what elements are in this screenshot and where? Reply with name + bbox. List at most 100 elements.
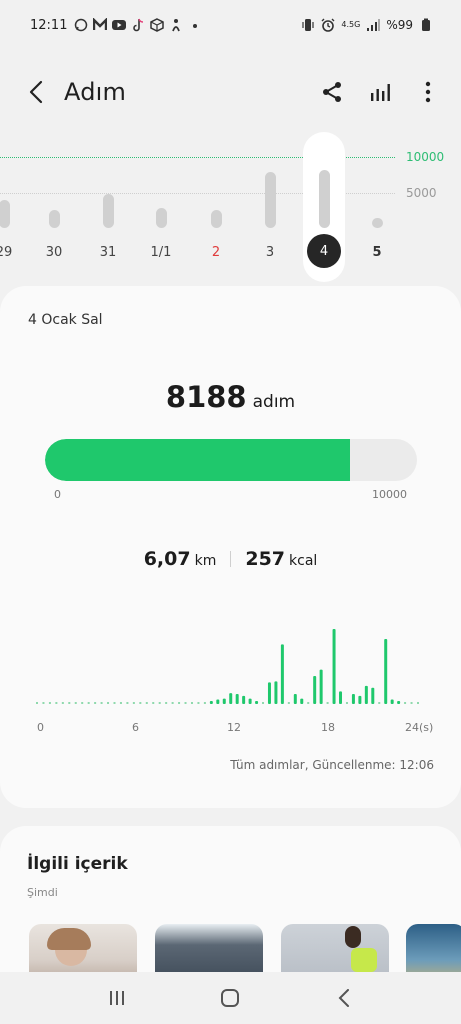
- home-icon: [221, 989, 240, 1007]
- related-content-section: İlgili içerik Şimdi: [0, 826, 461, 976]
- hour-tick-label: 12: [227, 721, 241, 734]
- system-nav-bar: [0, 972, 461, 1024]
- goal-progress-bar: [45, 439, 417, 481]
- hour-empty-mark: [410, 702, 413, 704]
- hour-empty-mark: [81, 702, 84, 704]
- day-column[interactable]: 29: [0, 130, 24, 280]
- hour-bar: [293, 694, 297, 704]
- hour-empty-mark: [87, 702, 90, 704]
- alarm-icon: [321, 18, 335, 32]
- hour-bar: [371, 687, 375, 704]
- hour-bar: [248, 698, 252, 704]
- metric-separator: [230, 551, 232, 567]
- day-column[interactable]: 31: [88, 130, 128, 280]
- woman-exercise-thumb[interactable]: [29, 924, 137, 976]
- day-column[interactable]: 2: [196, 130, 236, 280]
- share-button[interactable]: [317, 72, 347, 112]
- hour-empty-mark: [152, 702, 155, 704]
- hour-bar: [216, 699, 220, 704]
- page-title: Adım: [64, 78, 127, 106]
- calories-metric: 257 kcal: [245, 548, 317, 570]
- hour-empty-mark: [158, 702, 161, 704]
- day-column[interactable]: 3: [250, 130, 290, 280]
- steps-value: 8188: [165, 380, 247, 414]
- steps-unit: adım: [252, 392, 296, 412]
- bar-chart-icon: [371, 84, 390, 101]
- network-type: 4.5G: [341, 20, 361, 29]
- related-subtitle: Şimdi: [27, 886, 58, 899]
- hour-empty-mark: [203, 702, 206, 704]
- last-updated: Tüm adımlar, Güncellenme: 12:06: [230, 758, 434, 772]
- hour-empty-mark: [287, 702, 290, 704]
- trends-button[interactable]: [365, 72, 395, 112]
- day-label: 5: [372, 245, 382, 260]
- recents-button[interactable]: [97, 978, 137, 1018]
- cube-icon: [150, 18, 165, 32]
- hour-empty-mark: [197, 702, 200, 704]
- hour-bar: [300, 698, 304, 704]
- day-label: 2: [211, 245, 221, 260]
- hour-empty-mark: [100, 702, 103, 704]
- hour-bar: [267, 682, 271, 704]
- hour-empty-mark: [139, 702, 142, 704]
- couch-thumb[interactable]: [155, 924, 263, 976]
- whatsapp-icon: [75, 18, 88, 32]
- hour-bar: [274, 681, 278, 704]
- back-nav-button[interactable]: [324, 978, 364, 1018]
- hour-bar: [242, 695, 246, 704]
- day-column[interactable]: 5: [357, 130, 397, 280]
- calories-value: 257: [245, 548, 286, 570]
- hour-empty-mark: [171, 702, 174, 704]
- more-options-button[interactable]: [413, 72, 443, 112]
- share-icon: [323, 82, 341, 102]
- hour-bar: [351, 694, 355, 704]
- hour-empty-mark: [55, 702, 58, 704]
- battery-percent: %99: [386, 18, 413, 32]
- hour-empty-mark: [307, 702, 310, 704]
- hour-bar: [358, 695, 362, 704]
- tiktok-icon: [133, 18, 144, 32]
- back-button[interactable]: [20, 72, 52, 112]
- hour-empty-mark: [113, 702, 116, 704]
- hour-empty-mark: [190, 702, 193, 704]
- progress-max-label: 10000: [372, 488, 407, 501]
- hourly-steps-chart: 0 6 12 18 24(s): [0, 608, 461, 734]
- hour-bar: [397, 701, 401, 704]
- hour-empty-mark: [119, 702, 122, 704]
- hour-empty-mark: [404, 702, 407, 704]
- hour-empty-mark: [36, 702, 38, 704]
- hour-bar: [235, 694, 239, 704]
- home-button[interactable]: [210, 978, 250, 1018]
- day-column[interactable]: 30: [34, 130, 74, 280]
- status-time: 12:11: [30, 17, 68, 33]
- day-column[interactable]: 1/1: [141, 130, 181, 280]
- daily-steps-chart: 10000 5000 29 30 31 1/1 2 3 4 5: [0, 130, 461, 282]
- card-date: 4 Ocak Sal: [28, 312, 103, 328]
- battery-icon: [422, 18, 430, 31]
- distance-metric: 6,07 km: [144, 548, 217, 570]
- recents-icon: [109, 991, 124, 1005]
- metrics-row: 6,07 km 257 kcal: [0, 548, 461, 570]
- hour-tick-label: 24(s): [405, 721, 434, 734]
- youtube-icon: [112, 20, 127, 30]
- runner-thumb[interactable]: [281, 924, 389, 976]
- hour-empty-mark: [165, 702, 168, 704]
- hour-bar: [339, 691, 343, 704]
- day-bar: [0, 199, 10, 228]
- day-bar: [156, 208, 167, 228]
- hour-bar: [229, 693, 233, 704]
- day-label: 29: [0, 245, 13, 260]
- app-bar: Adım: [0, 62, 461, 122]
- status-bar: 12:11 4.5G %99: [0, 0, 461, 50]
- more-icon: [425, 81, 431, 103]
- selected-day-label[interactable]: 4: [307, 234, 341, 268]
- day-label: 30: [45, 245, 63, 260]
- hour-bar: [222, 698, 226, 704]
- day-bar: [103, 193, 114, 228]
- hour-bar: [280, 644, 284, 704]
- hour-empty-mark: [417, 702, 419, 704]
- back-icon: [29, 80, 43, 104]
- outdoor-thumb[interactable]: [406, 924, 461, 976]
- hour-bar: [209, 701, 213, 704]
- distance-unit: km: [194, 553, 217, 569]
